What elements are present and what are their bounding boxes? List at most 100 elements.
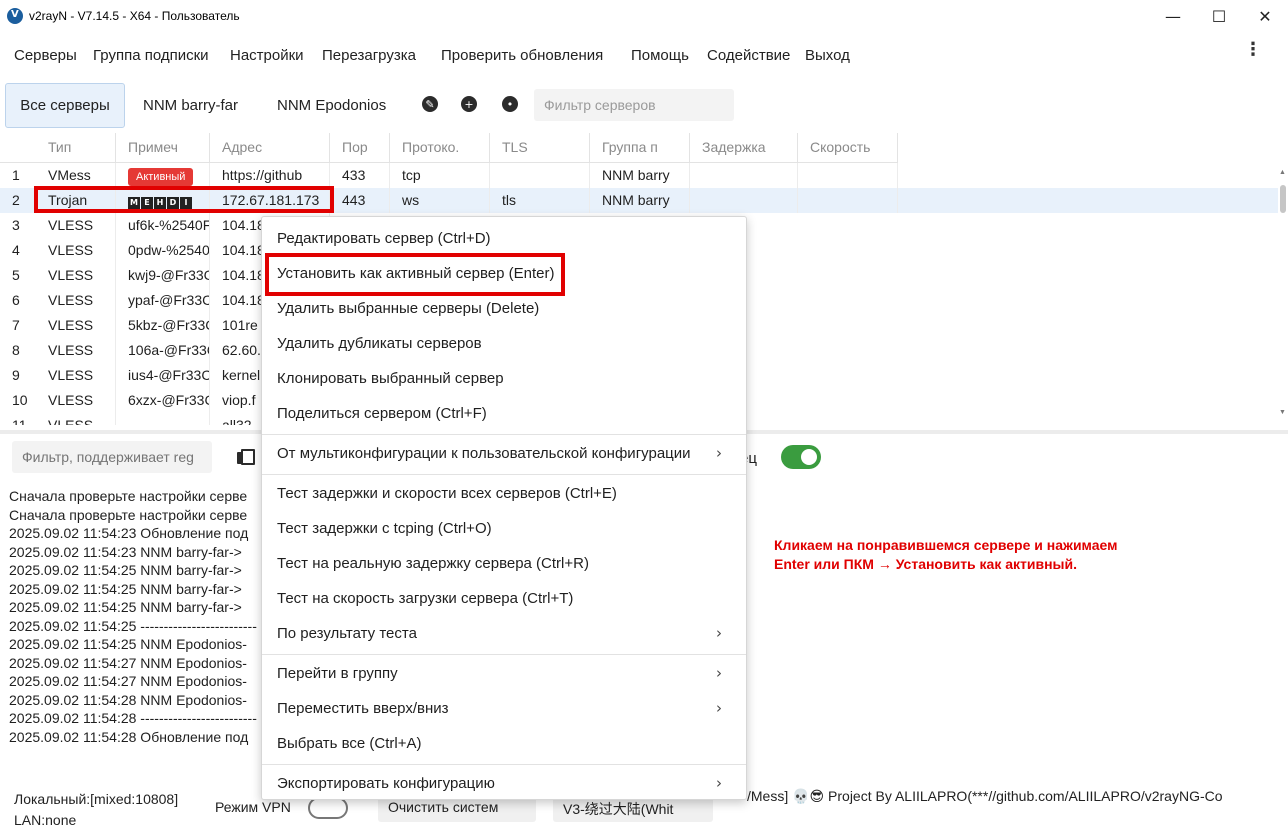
chevron-right-icon: › bbox=[716, 624, 722, 642]
server-filter-input[interactable] bbox=[534, 89, 734, 121]
log-line: 2025.09.02 11:54:27 NNM Epodonios- bbox=[9, 673, 247, 689]
cell-type: VLESS bbox=[36, 213, 116, 238]
menu-item-multi-config[interactable]: От мультиконфигурации к пользовательской… bbox=[262, 436, 746, 471]
row-number: 8 bbox=[12, 342, 20, 358]
column-speed[interactable]: Скорость bbox=[798, 133, 898, 163]
menu-item-label: Выбрать все (Ctrl+A) bbox=[277, 735, 422, 752]
minimize-button[interactable]: — bbox=[1150, 0, 1196, 32]
log-line: 2025.09.02 11:54:28 Обновление под bbox=[9, 728, 249, 745]
title-bar: v2rayN - V7.14.5 - X64 - Пользователь — … bbox=[0, 0, 1288, 32]
menu-item-select-all[interactable]: Выбрать все (Ctrl+A) bbox=[262, 726, 746, 761]
menu-item-speed-test[interactable]: Тест на скорость загрузки сервера (Ctrl+… bbox=[262, 581, 746, 616]
menu-item-edit-server[interactable]: Редактировать сервер (Ctrl+D) bbox=[262, 221, 746, 256]
log-filter-input[interactable] bbox=[12, 441, 212, 473]
column-port[interactable]: Пор bbox=[330, 133, 390, 163]
cell-port: 443 bbox=[330, 188, 390, 213]
menu-reload[interactable]: Перезагрузка bbox=[322, 47, 416, 64]
cell-remark: Активный bbox=[116, 163, 210, 188]
column-group[interactable]: Группа п bbox=[590, 133, 690, 163]
column-protocol[interactable]: Протоко. bbox=[390, 133, 490, 163]
menu-item-clone-server[interactable]: Клонировать выбранный сервер bbox=[262, 361, 746, 396]
more-icon[interactable]: • bbox=[502, 96, 518, 112]
menu-subscription-group[interactable]: Группа подписки bbox=[93, 47, 209, 64]
more-vert-icon[interactable]: ⋮ bbox=[1244, 40, 1262, 58]
log-line: Сначала проверьте настройки серве bbox=[9, 488, 248, 504]
cell-remark: kwj9-@Fr33C bbox=[116, 263, 210, 288]
cell-remark: 6xzx-@Fr33C bbox=[116, 388, 210, 413]
cell-remark bbox=[116, 413, 210, 425]
annotation-line: Enter или ПКМ → Установить как активный. bbox=[774, 556, 1078, 572]
log-line: 2025.09.02 11:54:23 Обновление под bbox=[9, 525, 249, 541]
menu-item-label: Тест на скорость загрузки сервера (Ctrl+… bbox=[277, 590, 574, 607]
column-delay[interactable]: Задержка bbox=[690, 133, 798, 163]
menu-item-label: От мультиконфигурации к пользовательской… bbox=[277, 445, 691, 462]
log-line: 2025.09.02 11:54:23 NNM barry-far-> bbox=[9, 543, 242, 560]
menu-item-move-up-down[interactable]: Переместить вверх/вниз › bbox=[262, 691, 746, 726]
menu-item-label: Клонировать выбранный сервер bbox=[277, 370, 504, 387]
menu-item-real-delay[interactable]: Тест на реальную задержку сервера (Ctrl+… bbox=[262, 546, 746, 581]
cell-speed bbox=[798, 188, 898, 213]
menu-item-share-server[interactable]: Поделиться сервером (Ctrl+F) bbox=[262, 396, 746, 431]
log-line: 2025.09.02 11:54:25 NNM barry-far-> bbox=[9, 599, 242, 615]
cell-remark: ypaf-@Fr33C bbox=[116, 288, 210, 313]
edit-icon[interactable]: ✎ bbox=[422, 96, 438, 112]
highlight-set-active-item bbox=[265, 253, 565, 296]
add-icon[interactable]: + bbox=[461, 96, 477, 112]
menu-item-delete-selected[interactable]: Удалить выбранные серверы (Delete) bbox=[262, 291, 746, 326]
menu-donate[interactable]: Содействие bbox=[707, 47, 790, 64]
cell-remark: ius4-@Fr33C bbox=[116, 363, 210, 388]
menu-exit[interactable]: Выход bbox=[805, 47, 850, 64]
column-remark[interactable]: Примеч bbox=[116, 133, 210, 163]
table-scrollbar[interactable]: ▲ ▼ bbox=[1278, 163, 1288, 425]
scroll-thumb[interactable] bbox=[1280, 185, 1286, 213]
row-number: 4 bbox=[12, 242, 20, 258]
menu-item-test-all[interactable]: Тест задержки и скорости всех серверов (… bbox=[262, 476, 746, 511]
window-title: v2rayN - V7.14.5 - X64 - Пользователь bbox=[29, 9, 240, 23]
scroll-up-icon[interactable]: ▲ bbox=[1279, 169, 1286, 176]
local-port-text: Локальный:[mixed:10808] bbox=[14, 791, 179, 807]
tab-all-servers[interactable]: Все серверы bbox=[5, 83, 125, 128]
tab-group-barry-far[interactable]: NNM barry-far bbox=[143, 97, 238, 114]
log-line: 2025.09.02 11:54:28 --------------------… bbox=[9, 710, 257, 726]
menu-settings[interactable]: Настройки bbox=[230, 47, 304, 64]
lan-text: LAN:none bbox=[14, 812, 77, 828]
log-line: 2025.09.02 11:54:25 NNM barry-far-> bbox=[9, 562, 242, 578]
cell-tls: tls bbox=[490, 188, 590, 213]
menu-item-go-to-group[interactable]: Перейти в группу › bbox=[262, 656, 746, 691]
close-button[interactable]: ✕ bbox=[1242, 0, 1288, 32]
column-tls[interactable]: TLS bbox=[490, 133, 590, 163]
menu-separator bbox=[262, 434, 746, 435]
cell-delay bbox=[690, 163, 798, 188]
menu-help[interactable]: Помощь bbox=[631, 47, 689, 64]
table-header: Тип Примеч Адрес Пор Протоко. TLS Группа… bbox=[0, 133, 898, 163]
chevron-right-icon: › bbox=[716, 699, 722, 717]
copy-icon[interactable] bbox=[237, 449, 255, 465]
menu-check-updates[interactable]: Проверить обновления bbox=[441, 47, 603, 64]
log-line: 2025.09.02 11:54:25 --------------------… bbox=[9, 617, 257, 634]
cell-type: VLESS bbox=[36, 238, 116, 263]
table-row[interactable]: 1 VMess Активный https://github 433 tcp … bbox=[0, 163, 1278, 188]
maximize-button[interactable]: ☐ bbox=[1196, 0, 1242, 32]
context-menu: Редактировать сервер (Ctrl+D) Установить… bbox=[261, 216, 747, 800]
menu-item-by-test-result[interactable]: По результату теста › bbox=[262, 616, 746, 651]
column-address[interactable]: Адрес bbox=[210, 133, 330, 163]
autoscroll-toggle[interactable] bbox=[781, 445, 821, 469]
tab-group-epodonios[interactable]: NNM Epodonios bbox=[277, 97, 386, 114]
cell-tls bbox=[490, 163, 590, 188]
column-type[interactable]: Тип bbox=[36, 133, 116, 163]
cell-type: VLESS bbox=[36, 313, 116, 338]
menu-bar: Серверы Группа подписки Настройки Переза… bbox=[0, 40, 1288, 72]
cell-remark: 0pdw-%2540 bbox=[116, 238, 210, 263]
annotation-line: Кликаем на понравившемся сервере и нажим… bbox=[774, 537, 1118, 553]
menu-item-tcping[interactable]: Тест задержки с tcping (Ctrl+O) bbox=[262, 511, 746, 546]
menu-item-label: Перейти в группу bbox=[277, 665, 398, 682]
row-number: 10 bbox=[12, 392, 28, 408]
scroll-down-icon[interactable]: ▼ bbox=[1279, 409, 1286, 416]
menu-servers[interactable]: Серверы bbox=[14, 47, 77, 64]
row-number: 2 bbox=[12, 192, 20, 208]
menu-item-label: Тест задержки с tcping (Ctrl+O) bbox=[277, 520, 492, 537]
menu-item-export-config[interactable]: Экспортировать конфигурацию › bbox=[262, 766, 746, 801]
menu-item-label: Тест задержки и скорости всех серверов (… bbox=[277, 485, 617, 502]
cell-remark: 5kbz-@Fr33C bbox=[116, 313, 210, 338]
menu-item-remove-duplicates[interactable]: Удалить дубликаты серверов bbox=[262, 326, 746, 361]
